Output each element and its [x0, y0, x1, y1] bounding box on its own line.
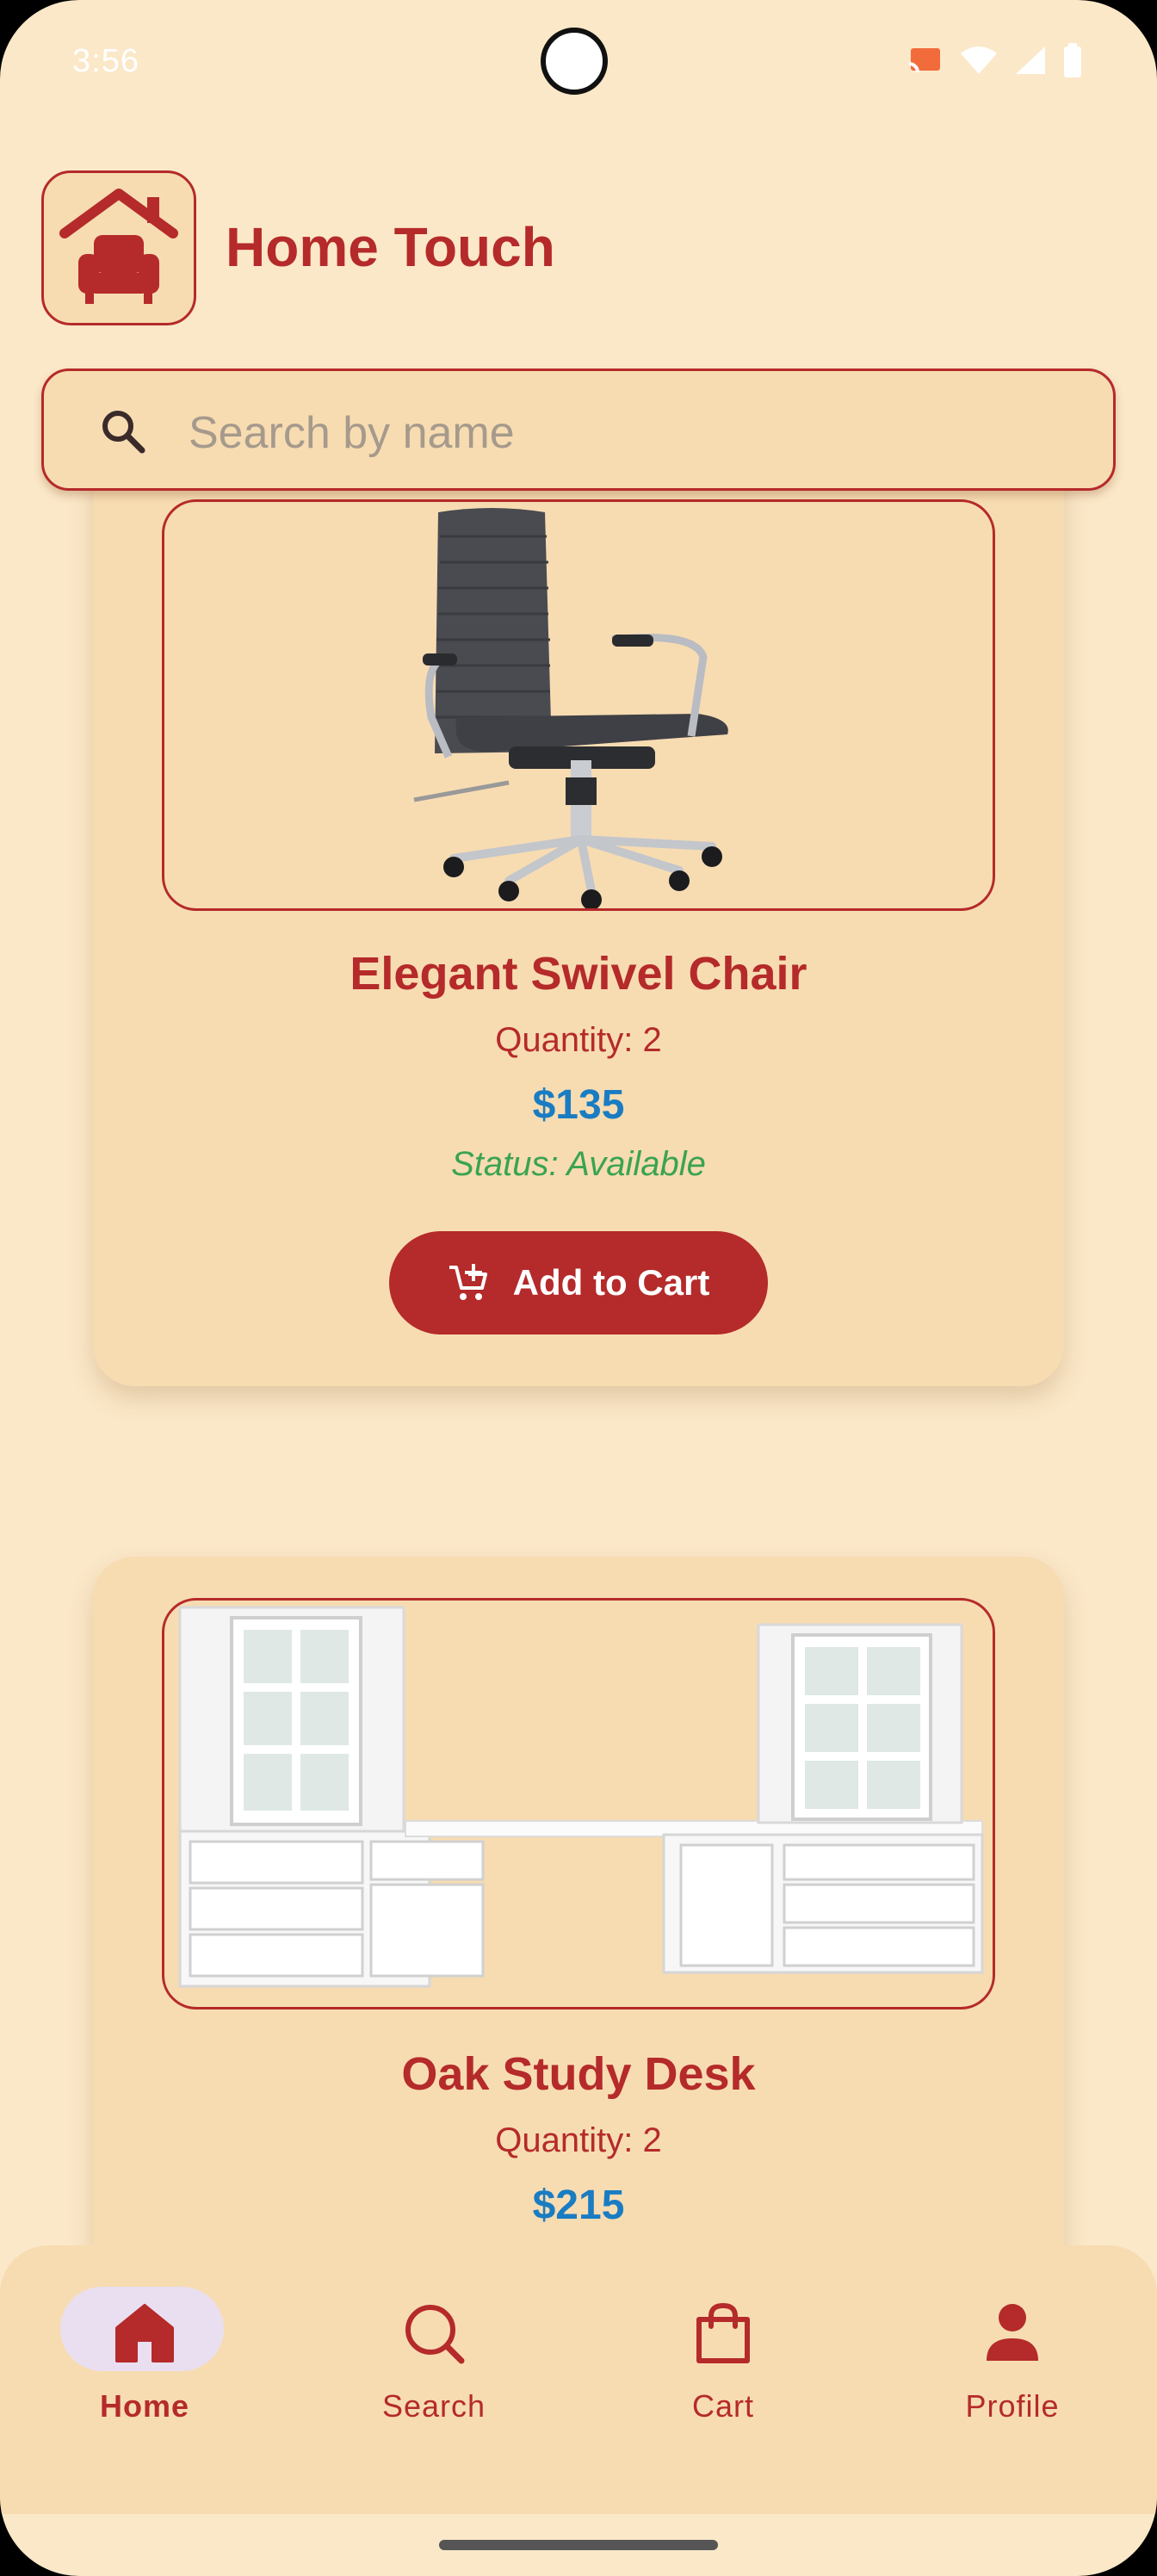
office-chair-image: [413, 508, 728, 908]
signal-icon: [1016, 46, 1045, 74]
battery-icon: [1064, 43, 1081, 77]
product-image-frame: [162, 499, 995, 911]
status-time: 3:56: [72, 43, 139, 79]
bag-icon: [696, 2302, 750, 2363]
nav-item-profile[interactable]: Profile: [918, 2276, 1107, 2449]
product-quantity: Quantity: 2: [495, 2121, 662, 2159]
add-to-cart-button[interactable]: Add to Cart: [389, 1231, 768, 1334]
app-logo: [41, 170, 196, 325]
study-desk-image: [178, 1606, 984, 1988]
wifi-icon: [961, 46, 997, 74]
product-image-frame: [162, 1598, 995, 2009]
bottom-navigation: Home Search Cart Profile: [0, 2245, 1157, 2514]
product-price: $215: [532, 2183, 625, 2228]
nav-item-cart[interactable]: Cart: [628, 2276, 818, 2449]
app-title: Home Touch: [226, 216, 555, 278]
home-icon: [115, 2304, 174, 2362]
add-to-cart-label: Add to Cart: [512, 1262, 710, 1303]
product-name: Oak Study Desk: [401, 2048, 756, 2100]
armchair-house-icon: [59, 189, 178, 304]
status-icons: [906, 43, 1083, 77]
nav-label-profile: Profile: [965, 2388, 1060, 2424]
product-status: Status: Available: [451, 1145, 706, 1183]
nav-label-search: Search: [381, 2388, 486, 2424]
add-cart-icon: [449, 1264, 487, 1300]
product-card: Elegant Swivel Chair Quantity: 2 $135 St…: [93, 405, 1064, 1386]
nav-label-home: Home: [99, 2388, 190, 2424]
nav-label-cart: Cart: [691, 2388, 754, 2424]
nav-item-home[interactable]: Home: [50, 2276, 239, 2449]
product-name: Elegant Swivel Chair: [350, 948, 807, 1000]
status-bar: 3:56: [0, 0, 1157, 129]
person-icon: [987, 2304, 1038, 2361]
search-icon: [405, 2305, 465, 2364]
camera-cutout: [541, 28, 608, 95]
cast-icon: [908, 48, 940, 73]
phone-screen: 3:56 Home Touch Search by name Elegant S…: [0, 0, 1157, 2576]
search-icon: [102, 411, 145, 454]
nav-item-search[interactable]: Search: [339, 2276, 529, 2449]
product-quantity: Quantity: 2: [495, 1021, 662, 1059]
search-input[interactable]: Search by name: [189, 407, 515, 459]
product-price: $135: [532, 1082, 625, 1128]
search-bar[interactable]: Search by name: [41, 368, 1116, 491]
gesture-handle[interactable]: [439, 2540, 718, 2550]
